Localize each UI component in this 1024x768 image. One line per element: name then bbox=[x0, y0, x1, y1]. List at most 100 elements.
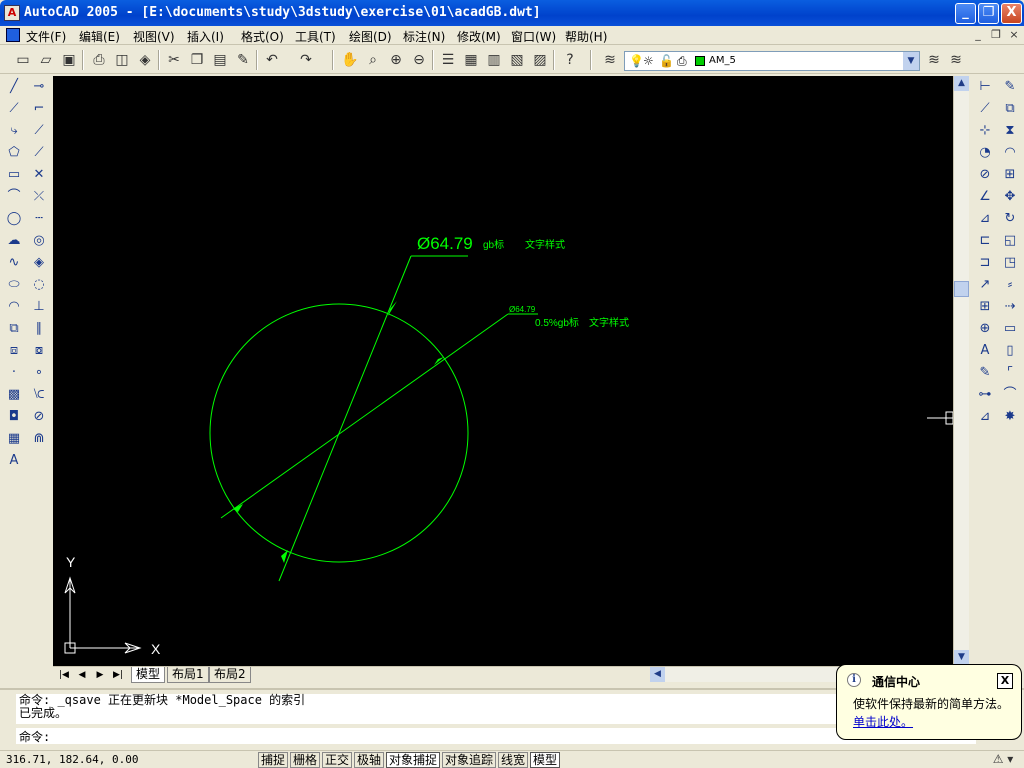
array-icon[interactable]: ⊞ bbox=[998, 164, 1022, 186]
spline-icon[interactable]: ∿ bbox=[2, 252, 26, 274]
menu-tools[interactable]: 工具(T) bbox=[295, 28, 336, 45]
fillet-icon[interactable]: ⌒ bbox=[998, 384, 1022, 406]
diameter-dimension-line-2[interactable] bbox=[220, 313, 509, 519]
arc-icon[interactable]: ⌒ bbox=[2, 186, 26, 208]
rectangle-icon[interactable]: ▭ bbox=[2, 164, 26, 186]
scroll-left-icon[interactable]: ◀ bbox=[650, 667, 665, 682]
make-layer-current-icon[interactable]: ≋ bbox=[924, 50, 944, 70]
offset-icon[interactable]: ◠ bbox=[998, 142, 1022, 164]
break-icon[interactable]: ▯ bbox=[998, 340, 1022, 362]
coordinate-readout[interactable]: 316.71, 182.64, 0.00 bbox=[6, 753, 138, 766]
rotate-icon[interactable]: ↻ bbox=[998, 208, 1022, 230]
first-tab-icon[interactable]: |◀ bbox=[55, 668, 73, 682]
zoom-realtime-icon[interactable]: ⌕ bbox=[363, 50, 383, 70]
polygon-icon[interactable]: ⬠ bbox=[2, 142, 26, 164]
make-block-icon[interactable]: ⧈ bbox=[2, 340, 26, 362]
snap-extension-icon[interactable]: ┄ bbox=[27, 208, 51, 230]
menu-dimension[interactable]: 标注(N) bbox=[403, 28, 445, 45]
snap-endpoint-icon[interactable]: ⟋ bbox=[27, 120, 51, 142]
save-icon[interactable]: ▣ bbox=[59, 50, 79, 70]
next-tab-icon[interactable]: ▶ bbox=[91, 668, 109, 682]
center-mark-icon[interactable]: ⊕ bbox=[973, 318, 997, 340]
dimension-text-2[interactable]: Ø64.79 bbox=[509, 305, 536, 314]
snap-insert-icon[interactable]: ⧇ bbox=[27, 340, 51, 362]
vertical-scrollbar[interactable]: ▲ ▼ bbox=[953, 76, 969, 666]
line-icon[interactable]: ╱ bbox=[2, 76, 26, 98]
print-icon[interactable]: ⎙ bbox=[89, 50, 109, 70]
quick-leader-icon[interactable]: ↗ bbox=[973, 274, 997, 296]
publish-icon[interactable]: ◈ bbox=[135, 50, 155, 70]
diameter-dimension-line[interactable] bbox=[278, 255, 412, 582]
snap-perpendicular-icon[interactable]: ⊥ bbox=[27, 296, 51, 318]
mirror-icon[interactable]: ⧗ bbox=[998, 120, 1022, 142]
dimension-text-1[interactable]: Ø64.79 bbox=[417, 234, 473, 253]
snap-from-icon[interactable]: ⌐ bbox=[27, 98, 51, 120]
dimension-style-icon[interactable]: ⊿ bbox=[973, 406, 997, 428]
tab-model[interactable]: 模型 bbox=[131, 667, 166, 683]
match-properties-icon[interactable]: ✎ bbox=[233, 50, 253, 70]
quick-dimension-icon[interactable]: ⊿ bbox=[973, 208, 997, 230]
chamfer-icon[interactable]: ⌜ bbox=[998, 362, 1022, 384]
paste-icon[interactable]: ▤ bbox=[210, 50, 230, 70]
layer-previous-icon[interactable]: ≋ bbox=[946, 50, 966, 70]
layer-dropdown[interactable]: 💡 ☼ 🔓 ⎙ AM_5 ▼ bbox=[624, 51, 920, 71]
print-preview-icon[interactable]: ◫ bbox=[112, 50, 132, 70]
insert-block-icon[interactable]: ⧉ bbox=[2, 318, 26, 340]
snap-parallel-icon[interactable]: ∥ bbox=[27, 318, 51, 340]
tool-palettes-icon[interactable]: ▥ bbox=[484, 50, 504, 70]
scale-icon[interactable]: ◱ bbox=[998, 230, 1022, 252]
ellipse-arc-icon[interactable]: ◠ bbox=[2, 296, 26, 318]
tolerance-icon[interactable]: ⊞ bbox=[973, 296, 997, 318]
autocad-app-icon[interactable]: A bbox=[4, 5, 20, 21]
extend-icon[interactable]: ⇢ bbox=[998, 296, 1022, 318]
snap-nearest-icon[interactable]: ⟈ bbox=[27, 384, 51, 406]
temp-tracking-icon[interactable]: ⊸ bbox=[27, 76, 51, 98]
ordinate-dimension-icon[interactable]: ⊹ bbox=[973, 120, 997, 142]
ellipse-icon[interactable]: ⬭ bbox=[2, 274, 26, 296]
doc-minimize-button[interactable]: _ bbox=[970, 28, 986, 42]
doc-close-button[interactable]: × bbox=[1006, 28, 1022, 42]
markup-icon[interactable]: ▨ bbox=[530, 50, 550, 70]
snap-toggle[interactable]: 捕捉 bbox=[258, 752, 289, 768]
menu-help[interactable]: 帮助(H) bbox=[565, 28, 607, 45]
sheet-set-icon[interactable]: ▧ bbox=[507, 50, 527, 70]
continue-dimension-icon[interactable]: ⊐ bbox=[973, 252, 997, 274]
doc-restore-button[interactable]: ❐ bbox=[988, 28, 1004, 42]
zoom-previous-icon[interactable]: ⊖ bbox=[409, 50, 429, 70]
open-icon[interactable]: ▱ bbox=[36, 50, 56, 70]
snap-quadrant-icon[interactable]: ◈ bbox=[27, 252, 51, 274]
dimension-text-edit-icon[interactable]: ✎ bbox=[973, 362, 997, 384]
aligned-dimension-icon[interactable]: ⟋ bbox=[973, 98, 997, 120]
help-icon[interactable]: ? bbox=[560, 50, 580, 70]
designcenter-icon[interactable]: ▦ bbox=[461, 50, 481, 70]
grid-toggle[interactable]: 栅格 bbox=[290, 752, 321, 768]
angular-dimension-icon[interactable]: ∠ bbox=[973, 186, 997, 208]
move-icon[interactable]: ✥ bbox=[998, 186, 1022, 208]
snap-node-icon[interactable]: ∘ bbox=[27, 362, 51, 384]
snap-tangent-icon[interactable]: ◌ bbox=[27, 274, 51, 296]
snap-intersection-icon[interactable]: ✕ bbox=[27, 164, 51, 186]
layer-manager-icon[interactable]: ≋ bbox=[600, 50, 620, 70]
last-tab-icon[interactable]: ▶| bbox=[109, 668, 127, 682]
menu-window[interactable]: 窗口(W) bbox=[511, 28, 556, 45]
new-icon[interactable]: ▭ bbox=[13, 50, 33, 70]
stretch-icon[interactable]: ◳ bbox=[998, 252, 1022, 274]
baseline-dimension-icon[interactable]: ⊏ bbox=[973, 230, 997, 252]
diameter-dimension-icon[interactable]: ⊘ bbox=[973, 164, 997, 186]
bubble-link[interactable]: 单击此处。 bbox=[853, 713, 913, 730]
menu-insert[interactable]: 插入(I) bbox=[187, 28, 224, 45]
explode-icon[interactable]: ✸ bbox=[998, 406, 1022, 428]
radius-dimension-icon[interactable]: ◔ bbox=[973, 142, 997, 164]
snap-none-icon[interactable]: ⊘ bbox=[27, 406, 51, 428]
bubble-close-button[interactable]: X bbox=[997, 673, 1013, 689]
close-button[interactable]: X bbox=[1001, 3, 1022, 24]
pan-icon[interactable]: ✋ bbox=[340, 50, 360, 70]
copy-icon[interactable]: ❐ bbox=[187, 50, 207, 70]
erase-icon[interactable]: ✎ bbox=[998, 76, 1022, 98]
drawing-canvas[interactable]: Ø64.79 gb标 文字样式 Ø64.79 0.5%gb标 文字样式 Y X bbox=[53, 76, 954, 666]
prev-tab-icon[interactable]: ◀ bbox=[73, 668, 91, 682]
minimize-button[interactable]: _ bbox=[955, 3, 976, 24]
osnap-toggle[interactable]: 对象捕捉 bbox=[386, 752, 441, 768]
osnap-settings-icon[interactable]: ⋒ bbox=[27, 428, 51, 450]
restore-button[interactable]: ❐ bbox=[978, 3, 999, 24]
